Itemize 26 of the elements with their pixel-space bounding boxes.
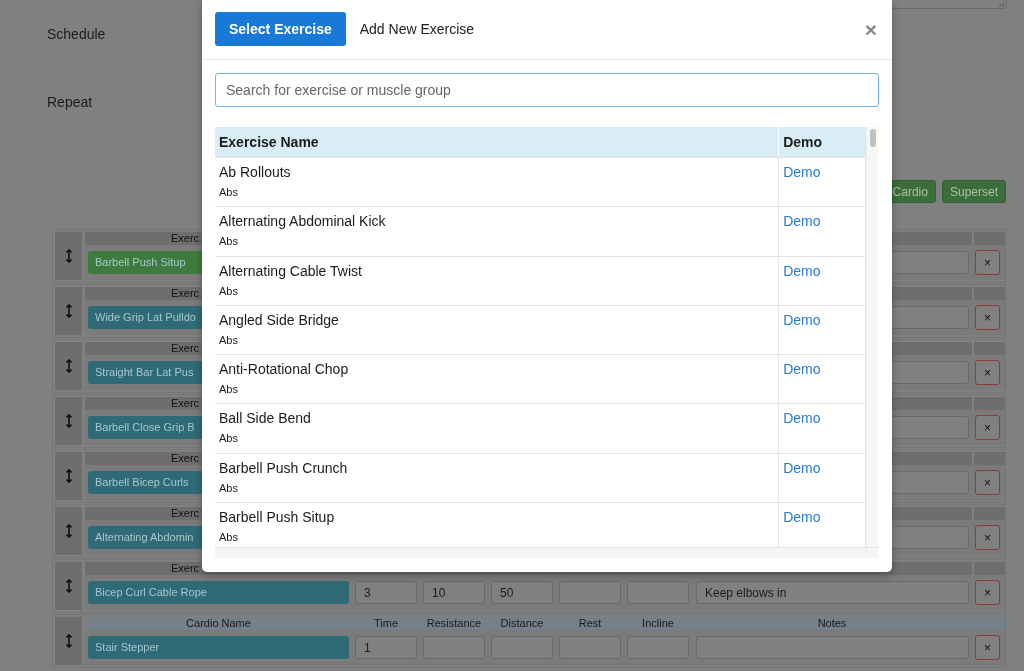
muscle-group: Abs [219,186,779,199]
column-header: Exerc [171,562,200,575]
muscle-group: Abs [219,383,779,397]
column-header: Exerc [171,507,200,520]
column-header: Notes [817,617,847,629]
column-header: Exerc [171,342,200,355]
column-header: Exerc [171,452,200,465]
column-header: Distance [500,617,544,629]
muscle-group: Abs [219,235,779,249]
field-label: Schedule [47,26,106,42]
muscle-group: Abs [219,432,779,446]
column-header: Cardio Name [186,617,251,629]
column-header: Exerc [171,287,200,300]
muscle-group: Abs [219,531,779,545]
column-header: Resistance [426,617,482,629]
column-header: Demo [778,127,865,157]
muscle-group: Abs [219,333,779,347]
muscle-group: Abs [219,284,779,298]
column-header: Rest [578,617,602,629]
column-header: Exerc [171,397,200,410]
column-header: Time [373,617,398,629]
field-label: Repeat [47,94,93,110]
column-header: Exercise Name [218,134,320,150]
muscle-group: Abs [219,481,779,495]
column-header: Exerc [171,232,200,245]
column-header: Incline [642,617,674,629]
